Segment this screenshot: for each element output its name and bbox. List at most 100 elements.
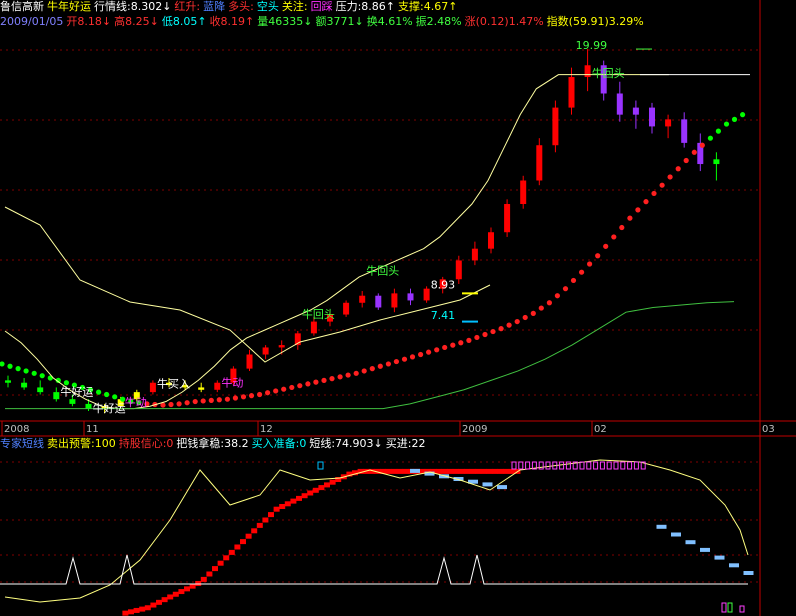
red-step-bar bbox=[385, 468, 392, 474]
candle-body bbox=[649, 107, 655, 127]
red-step-bar bbox=[307, 490, 314, 496]
chart-annotation: 牛回头 bbox=[366, 264, 399, 278]
sar-dot bbox=[345, 372, 351, 378]
header1-item: 支撑:4.67↑ bbox=[398, 0, 458, 13]
sar-dot bbox=[522, 314, 528, 321]
warning-box bbox=[586, 461, 592, 470]
x-tick-label: 02 bbox=[594, 424, 607, 435]
sar-dot bbox=[611, 234, 617, 240]
red-step-bar bbox=[223, 555, 230, 561]
header3-item: 卖出预警:100 bbox=[47, 437, 116, 450]
header2-item: 换4.61% bbox=[366, 15, 413, 28]
header1-item: 关注: bbox=[281, 0, 308, 13]
red-step-bar bbox=[184, 586, 190, 592]
sar-dot bbox=[458, 340, 464, 346]
sar-dot bbox=[450, 342, 456, 348]
sar-dot bbox=[506, 322, 512, 328]
candle-body bbox=[69, 399, 76, 404]
blue-step-bar bbox=[714, 555, 725, 560]
sar-dot bbox=[715, 128, 722, 134]
candle-body bbox=[665, 119, 672, 127]
sar-dot bbox=[740, 112, 746, 118]
candle bbox=[149, 380, 156, 395]
candle bbox=[375, 293, 382, 310]
chart-grid: 2008 11 12 2009 02 03 bbox=[0, 0, 796, 616]
volume-bar bbox=[739, 605, 745, 613]
candle-body bbox=[681, 119, 688, 143]
envelope-line bbox=[4, 206, 491, 363]
candle-body bbox=[584, 65, 591, 78]
sar-dot bbox=[96, 389, 102, 395]
candle-body bbox=[632, 107, 639, 115]
chart-annotation: 牛动 bbox=[221, 375, 243, 389]
sar-dot bbox=[265, 390, 271, 396]
warning-box bbox=[545, 461, 551, 470]
header1-item: 牛年好运 bbox=[47, 0, 91, 13]
warning-box bbox=[633, 461, 639, 470]
candle bbox=[649, 102, 655, 134]
candle-body bbox=[246, 354, 253, 369]
candle bbox=[343, 300, 350, 317]
red-step-bar bbox=[441, 468, 448, 474]
sar-dot bbox=[240, 394, 247, 400]
candle bbox=[37, 380, 44, 395]
sar-dot bbox=[595, 253, 601, 259]
candle-body bbox=[504, 204, 511, 233]
red-step-bar bbox=[245, 533, 252, 539]
red-step-bar bbox=[391, 468, 398, 474]
header2-item: 2009/01/05 bbox=[0, 15, 64, 28]
sar-dot bbox=[377, 363, 383, 369]
sar-dot bbox=[570, 277, 577, 284]
red-step-bar bbox=[167, 594, 174, 600]
candle-body bbox=[423, 288, 430, 301]
candle-body bbox=[149, 382, 156, 393]
candle-body bbox=[262, 347, 269, 355]
blue-step-bar bbox=[482, 482, 493, 487]
sar-dot bbox=[474, 334, 480, 341]
sar-dot bbox=[313, 379, 319, 385]
sar-dot bbox=[401, 356, 408, 362]
red-step-bar bbox=[161, 597, 168, 603]
red-step-bar bbox=[234, 544, 241, 550]
candle bbox=[53, 387, 60, 402]
candle-body bbox=[407, 293, 414, 301]
sar-dot bbox=[305, 381, 311, 387]
sar-dot bbox=[224, 396, 230, 402]
candle bbox=[665, 114, 672, 139]
sar-dot bbox=[248, 393, 255, 399]
header2-item: 高8.25↓ bbox=[114, 15, 159, 28]
short-line bbox=[4, 74, 669, 410]
sar-dot bbox=[554, 293, 561, 299]
red-step-bar bbox=[256, 522, 263, 528]
sar-dot bbox=[361, 368, 367, 374]
red-step-bar bbox=[262, 517, 269, 523]
sar-dot bbox=[603, 243, 609, 249]
sar-dot bbox=[723, 121, 730, 127]
sar-dot bbox=[385, 361, 391, 367]
sar-dot bbox=[699, 142, 705, 148]
red-step-bar bbox=[329, 479, 336, 485]
candle bbox=[697, 133, 704, 172]
warning-box bbox=[511, 461, 517, 470]
blue-step-bar bbox=[685, 540, 696, 545]
x-tick-label: 2009 bbox=[462, 424, 487, 435]
sar-dot bbox=[562, 286, 569, 292]
sar-dot bbox=[546, 300, 553, 306]
sar-dot bbox=[442, 344, 448, 351]
red-step-bar bbox=[508, 468, 515, 474]
candle bbox=[423, 286, 430, 303]
candle bbox=[5, 375, 11, 388]
red-step-bar bbox=[268, 512, 274, 518]
candle bbox=[471, 241, 478, 266]
blue-step-bar bbox=[497, 485, 507, 490]
warning-box bbox=[525, 461, 531, 470]
sar-dot bbox=[369, 366, 375, 372]
red-step-bar bbox=[436, 468, 442, 474]
red-step-bar bbox=[469, 468, 476, 474]
sar-dot bbox=[208, 397, 214, 403]
sar-dot bbox=[434, 347, 440, 353]
header3-item: 买进:22 bbox=[385, 437, 426, 450]
candle bbox=[552, 100, 559, 153]
lower-panel bbox=[0, 459, 754, 616]
sar-dot bbox=[466, 337, 472, 343]
